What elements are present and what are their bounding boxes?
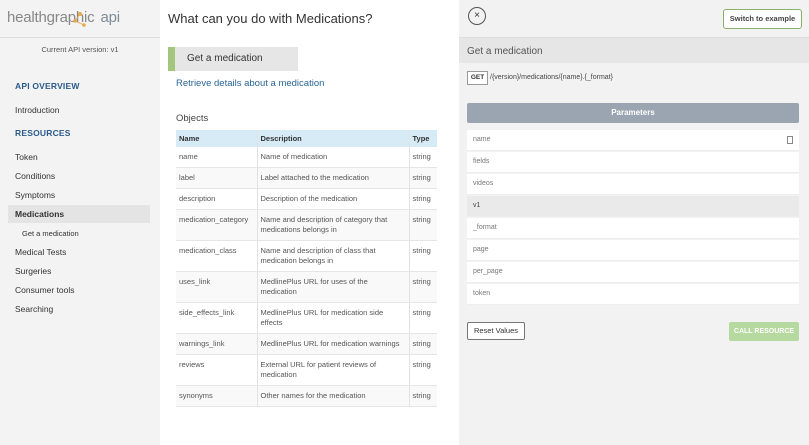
column-header-name: Name xyxy=(176,130,257,147)
cell-name: reviews xyxy=(176,354,257,386)
field-list-icon[interactable] xyxy=(787,136,793,144)
param-field-text: page xyxy=(473,246,489,253)
param-field-perpage[interactable]: per_page xyxy=(467,262,799,283)
param-field-token[interactable]: token xyxy=(467,284,799,305)
table-row: reviews External URL for patient reviews … xyxy=(176,354,437,386)
logo-dots-icon xyxy=(73,12,86,27)
param-field-videos[interactable]: videos xyxy=(467,174,799,195)
card-label: Get a medication xyxy=(187,53,263,64)
param-field-format[interactable]: _format xyxy=(467,218,799,239)
logo-api: api xyxy=(100,9,120,26)
call-resource-button[interactable]: CALL RESOURCE xyxy=(729,322,799,341)
cell-name: medication_class xyxy=(176,240,257,272)
panel-header-title: Get a medication xyxy=(467,46,543,57)
sidebar-item-searching[interactable]: Searching xyxy=(15,304,53,314)
sidebar-item-conditions[interactable]: Conditions xyxy=(15,171,55,181)
api-version-label: Current API version: v1 xyxy=(41,45,119,54)
sidebar-divider xyxy=(0,37,160,38)
cell-name: label xyxy=(176,167,257,189)
cell-name: description xyxy=(176,188,257,210)
sidebar-item-token[interactable]: Token xyxy=(15,152,38,162)
cell-description: Name and description of class that medic… xyxy=(256,240,410,272)
sidebar-item-medical-tests[interactable]: Medical Tests xyxy=(15,247,66,257)
param-field-fields[interactable]: fields xyxy=(467,152,799,173)
column-header-type: Type xyxy=(409,130,437,147)
reset-values-button[interactable]: Reset Values xyxy=(467,322,525,340)
sidebar-item-introduction[interactable]: Introduction xyxy=(15,105,59,115)
cell-description: Name of medication xyxy=(256,147,410,168)
panel-header: Get a medication xyxy=(459,37,809,63)
close-icon[interactable]: × xyxy=(468,7,486,25)
cell-name: medication_category xyxy=(176,209,257,241)
sidebar-item-consumer-tools[interactable]: Consumer tools xyxy=(15,285,75,295)
cell-type: string xyxy=(409,209,437,241)
objects-table: Name Description Type name Name of medica… xyxy=(176,130,437,407)
param-field-text: fields xyxy=(473,158,490,165)
param-field-page[interactable]: page xyxy=(467,240,799,261)
param-field-text: per_page xyxy=(473,268,503,275)
param-field-text: videos xyxy=(473,180,494,187)
cell-name: uses_link xyxy=(176,271,257,303)
cell-type: string xyxy=(409,354,437,386)
table-row: description Description of the medication… xyxy=(176,188,437,210)
cell-name: warnings_link xyxy=(176,333,257,355)
cell-description: Other names for the medication xyxy=(256,385,410,407)
api-console-panel: × Switch to example Get a medication GET… xyxy=(459,0,809,445)
cell-type: string xyxy=(409,240,437,272)
get-medication-card[interactable]: Get a medication xyxy=(168,47,298,71)
param-field-text: _format xyxy=(473,224,497,231)
cell-name: synonyms xyxy=(176,385,257,407)
cell-type: string xyxy=(409,167,437,189)
column-header-description: Description xyxy=(256,130,410,147)
param-field-text: name xyxy=(473,136,491,143)
cell-description: MedlinePlus URL for uses of the medicati… xyxy=(256,271,410,303)
main-content: What can you do with Medications? Get a … xyxy=(160,0,459,445)
param-field-name[interactable]: name xyxy=(467,130,799,151)
sidebar-subitem-get-medication[interactable]: Get a medication xyxy=(22,229,79,238)
page-title: What can you do with Medications? xyxy=(168,11,373,26)
param-field-text: v1 xyxy=(473,202,481,209)
sidebar-item-label: Medications xyxy=(15,209,65,219)
logo[interactable]: healthgraphic api xyxy=(7,9,120,26)
sidebar-item-symptoms[interactable]: Symptoms xyxy=(15,190,55,200)
cell-type: string xyxy=(409,188,437,210)
param-field-version[interactable]: v1 xyxy=(467,196,799,217)
cell-description: MedlinePlus URL for medication warnings xyxy=(256,333,410,355)
sidebar-item-surgeries[interactable]: Surgeries xyxy=(15,266,51,276)
table-row: name Name of medication string xyxy=(176,147,437,168)
table-row: warnings_link MedlinePlus URL for medicat… xyxy=(176,333,437,355)
endpoint-path: /{version}/medications/{name}.{_format} xyxy=(490,74,613,81)
nav-heading-api-overview[interactable]: API OVERVIEW xyxy=(15,81,80,91)
cell-type: string xyxy=(409,385,437,407)
table-header-row: Name Description Type xyxy=(176,130,437,147)
cell-type: string xyxy=(409,333,437,355)
cell-description: MedlinePlus URL for medication side effe… xyxy=(256,302,410,334)
cell-description: Label attached to the medication xyxy=(256,167,410,189)
table-row: synonyms Other names for the medication st… xyxy=(176,385,437,407)
cell-type: string xyxy=(409,302,437,334)
sidebar: healthgraphic api Current API version: v1… xyxy=(0,0,160,445)
switch-to-example-button[interactable]: Switch to example xyxy=(723,9,802,29)
cell-type: string xyxy=(409,147,437,168)
table-row: uses_link MedlinePlus URL for uses of the… xyxy=(176,271,437,303)
cell-description: Name and description of category that me… xyxy=(256,209,410,241)
cell-name: name xyxy=(176,147,257,168)
retrieve-medication-link[interactable]: Retrieve details about a medication xyxy=(176,78,324,89)
sidebar-item-medications[interactable]: Medications xyxy=(8,205,150,223)
cell-description: Description of the medication xyxy=(256,188,410,210)
table-row: side_effects_link MedlinePlus URL for med… xyxy=(176,302,437,334)
param-field-text: token xyxy=(473,290,491,297)
cell-name: side_effects_link xyxy=(176,302,257,334)
cell-type: string xyxy=(409,271,437,303)
parameters-header: Parameters xyxy=(467,103,799,123)
table-row: label Label attached to the medication str… xyxy=(176,167,437,189)
table-row: medication_class Name and description of … xyxy=(176,240,437,272)
http-method-badge: GET xyxy=(467,71,488,85)
nav-heading-resources[interactable]: RESOURCES xyxy=(15,128,71,138)
table-row: medication_category Name and description … xyxy=(176,209,437,241)
objects-heading: Objects xyxy=(176,113,209,124)
cell-description: External URL for patient reviews of medi… xyxy=(256,354,410,386)
